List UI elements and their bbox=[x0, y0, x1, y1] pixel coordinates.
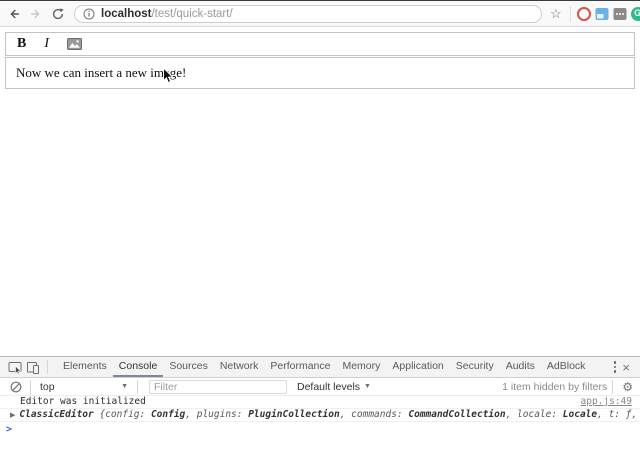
object-token: Config bbox=[151, 410, 185, 420]
object-token: {config: bbox=[99, 410, 150, 420]
tab-memory[interactable]: Memory bbox=[336, 357, 386, 377]
reload-icon[interactable] bbox=[50, 6, 66, 22]
tab-application[interactable]: Application bbox=[386, 357, 449, 377]
url-path: /test/quick-start/ bbox=[151, 8, 232, 20]
log-levels-selector[interactable]: Default levels ▼ bbox=[297, 381, 371, 393]
url-host: localhost bbox=[101, 8, 151, 20]
object-token: CommandCollection bbox=[408, 410, 505, 420]
object-token: , t: bbox=[597, 410, 626, 420]
object-token: , commands: bbox=[340, 410, 409, 420]
extension-icon-gray-ellipsis[interactable] bbox=[613, 7, 627, 21]
console-toolbar-divider bbox=[137, 380, 138, 394]
tab-network[interactable]: Network bbox=[214, 357, 265, 377]
console-filter-input[interactable] bbox=[149, 380, 287, 394]
mouse-cursor bbox=[162, 67, 174, 90]
browser-toolbar: localhost/test/quick-start/ ☆ G bbox=[0, 1, 640, 27]
tab-adblock[interactable]: AdBlock bbox=[541, 357, 592, 377]
tab-performance[interactable]: Performance bbox=[264, 357, 336, 377]
extension-icon-red-ring[interactable] bbox=[577, 7, 591, 21]
insert-image-button[interactable] bbox=[67, 38, 82, 50]
chevron-down-icon: ▼ bbox=[121, 383, 128, 390]
bold-button[interactable]: B bbox=[17, 36, 26, 52]
prompt-chevron-icon: > bbox=[6, 425, 12, 435]
expand-triangle-icon[interactable]: ▶ bbox=[10, 410, 15, 420]
rich-text-editor: B I Now we can insert a new image! bbox=[5, 32, 635, 89]
context-label: top bbox=[40, 381, 55, 393]
source-link[interactable]: app.js:49 bbox=[581, 397, 632, 407]
object-token: PluginCollection bbox=[248, 410, 340, 420]
console-messages: Editor was initialized app.js:49 ▶ Class… bbox=[0, 396, 640, 435]
hidden-items-info: 1 item hidden by filters bbox=[502, 381, 607, 393]
forward-icon[interactable] bbox=[28, 6, 44, 22]
console-log-row: Editor was initialized app.js:49 bbox=[0, 396, 640, 409]
tab-security[interactable]: Security bbox=[450, 357, 500, 377]
object-token: Locale bbox=[563, 410, 597, 420]
editor-content-area[interactable]: Now we can insert a new image! bbox=[5, 57, 635, 89]
extension-icon-blue-window[interactable] bbox=[595, 7, 609, 21]
back-icon[interactable] bbox=[6, 6, 22, 22]
console-toolbar-divider bbox=[612, 380, 613, 394]
execution-context-selector[interactable]: top ▼ bbox=[40, 381, 128, 393]
inspect-element-icon[interactable] bbox=[6, 358, 24, 376]
log-text: Editor was initialized bbox=[20, 397, 146, 407]
chevron-down-icon: ▼ bbox=[364, 383, 371, 390]
tab-audits[interactable]: Audits bbox=[500, 357, 541, 377]
extension-icon-grammarly[interactable]: G bbox=[631, 7, 640, 21]
page-info-icon[interactable] bbox=[83, 8, 95, 20]
tab-elements[interactable]: Elements bbox=[57, 357, 113, 377]
devtools-panel: Elements Console Sources Network Perform… bbox=[0, 356, 640, 454]
url-bar[interactable]: localhost/test/quick-start/ bbox=[74, 5, 542, 23]
italic-button[interactable]: I bbox=[44, 36, 49, 52]
console-toolbar: top ▼ Default levels ▼ 1 item hidden by … bbox=[0, 378, 640, 396]
console-prompt[interactable]: > bbox=[0, 422, 640, 435]
devtools-tab-bar: Elements Console Sources Network Perform… bbox=[0, 357, 640, 378]
editor-toolbar: B I bbox=[5, 32, 635, 56]
object-token: , plugins: bbox=[185, 410, 248, 420]
devtools-menu-icon[interactable] bbox=[612, 359, 619, 375]
bookmark-star-icon[interactable]: ☆ bbox=[550, 7, 562, 20]
console-settings-gear-icon[interactable]: ⚙ bbox=[622, 381, 633, 393]
object-class-name: ClassicEditor bbox=[19, 410, 99, 420]
tab-sources[interactable]: Sources bbox=[163, 357, 214, 377]
toolbar-divider bbox=[570, 6, 571, 22]
console-object-row: ▶ ClassicEditor {config: Config, plugins… bbox=[0, 409, 640, 422]
tab-console[interactable]: Console bbox=[113, 357, 164, 377]
object-token: , locale: bbox=[506, 410, 563, 420]
device-toolbar-icon[interactable] bbox=[24, 358, 42, 376]
devtools-tabs: Elements Console Sources Network Perform… bbox=[57, 357, 591, 377]
console-toolbar-divider bbox=[30, 380, 31, 394]
levels-label: Default levels bbox=[297, 381, 360, 393]
image-icon bbox=[67, 38, 82, 50]
devtools-close-icon[interactable]: × bbox=[622, 361, 630, 374]
clear-console-icon[interactable] bbox=[7, 378, 25, 396]
object-token: , …} bbox=[631, 410, 640, 420]
editor-text: Now we can insert a new image! bbox=[16, 65, 186, 80]
tab-bar-divider bbox=[47, 360, 48, 374]
